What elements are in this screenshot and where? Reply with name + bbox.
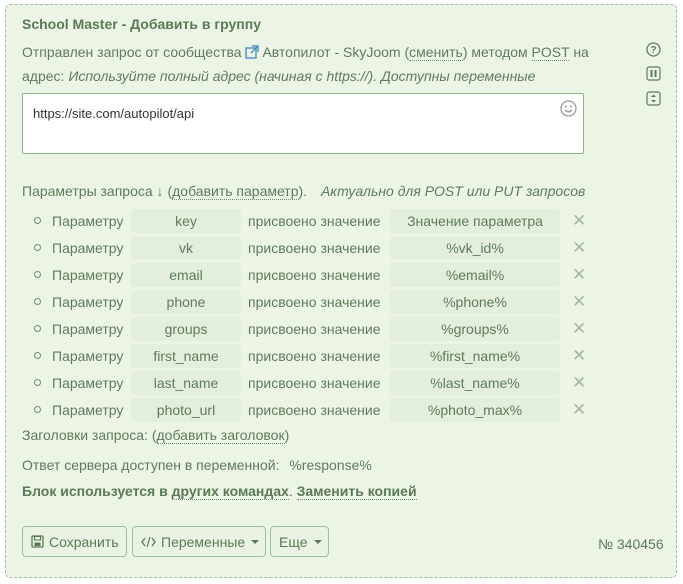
bullet bbox=[34, 406, 41, 413]
close-icon[interactable]: ✕ bbox=[572, 374, 586, 392]
response-info: Ответ сервера доступен в переменной: %re… bbox=[22, 457, 372, 473]
close-icon[interactable]: ✕ bbox=[572, 401, 586, 419]
bullet bbox=[34, 271, 41, 278]
close-icon[interactable]: ✕ bbox=[572, 212, 586, 230]
bullet bbox=[34, 217, 41, 224]
url-input[interactable]: https://site.com/autopilot/api bbox=[22, 93, 584, 154]
bullet bbox=[34, 379, 41, 386]
param-key-field[interactable]: first_name bbox=[131, 344, 241, 368]
param-row: Параметру first_name присвоено значение … bbox=[34, 344, 594, 368]
block-usage: Блок используется в других командах. Зам… bbox=[22, 483, 417, 500]
assign-word: присвоено значение bbox=[248, 348, 381, 364]
save-button-label: Сохранить bbox=[49, 533, 119, 550]
headers-section: Заголовки запроса: (добавить заголовок) bbox=[22, 427, 290, 444]
params-note: Актуально для POST или PUT запросов bbox=[320, 183, 586, 199]
param-word: Параметру bbox=[52, 321, 124, 337]
param-row: Параметру vk присвоено значение %vk_id% … bbox=[34, 236, 594, 260]
assign-word: присвоено значение bbox=[248, 321, 381, 337]
close-icon[interactable]: ✕ bbox=[572, 266, 586, 284]
assign-word: присвоено значение bbox=[248, 375, 381, 391]
param-key-field[interactable]: phone bbox=[131, 290, 241, 314]
param-row: Параметру key присвоено значение Значени… bbox=[34, 209, 594, 233]
param-row: Параметру email присвоено значение %emai… bbox=[34, 263, 594, 287]
bullet bbox=[34, 352, 41, 359]
save-button[interactable]: Сохранить bbox=[22, 526, 127, 557]
smile-icon[interactable] bbox=[560, 100, 577, 117]
other-commands-link[interactable]: других командах bbox=[171, 483, 289, 500]
param-row: Параметру photo_url присвоено значение %… bbox=[34, 398, 594, 422]
param-value-field[interactable]: %email% bbox=[390, 263, 560, 287]
chevron-down-icon bbox=[313, 539, 322, 544]
param-row: Параметру groups присвоено значение %gro… bbox=[34, 317, 594, 341]
block-title: School Master - Добавить в группу bbox=[22, 16, 262, 32]
assign-word: присвоено значение bbox=[248, 240, 381, 256]
param-row: Параметру phone присвоено значение %phon… bbox=[34, 290, 594, 314]
param-value-field[interactable]: %first_name% bbox=[390, 344, 560, 368]
variables-button-label: Переменные bbox=[161, 533, 246, 550]
param-word: Параметру bbox=[52, 348, 124, 364]
expand-icon[interactable] bbox=[646, 91, 661, 106]
close-icon[interactable]: ✕ bbox=[572, 239, 586, 257]
param-value-field[interactable]: %groups% bbox=[390, 317, 560, 341]
assign-word: присвоено значение bbox=[248, 213, 381, 229]
help-circle-icon[interactable]: ? bbox=[646, 42, 661, 57]
bullet bbox=[34, 244, 41, 251]
block-panel: School Master - Добавить в группу Отправ… bbox=[5, 4, 677, 578]
external-link-icon[interactable] bbox=[245, 45, 260, 59]
close-icon[interactable]: ✕ bbox=[572, 320, 586, 338]
params-header: Параметры запроса ↓ (добавить параметр).… bbox=[22, 183, 586, 200]
response-variable: %response% bbox=[289, 457, 372, 473]
param-value-field[interactable]: %photo_max% bbox=[390, 398, 560, 422]
url-input-value: https://site.com/autopilot/api bbox=[33, 106, 195, 121]
param-word: Параметру bbox=[52, 402, 124, 418]
replace-with-copy-link[interactable]: Заменить копией bbox=[296, 483, 417, 500]
method-prefix: методом bbox=[471, 44, 528, 60]
params-label: Параметры запроса ↓ bbox=[22, 183, 164, 199]
param-value-field[interactable]: %phone% bbox=[390, 290, 560, 314]
description-prefix: Отправлен запрос от сообщества bbox=[22, 44, 242, 60]
more-button-label: Еще bbox=[279, 533, 308, 550]
param-value-field[interactable]: %vk_id% bbox=[390, 236, 560, 260]
community-name: Автопилот - SkyJoom bbox=[262, 44, 401, 60]
param-key-field[interactable]: email bbox=[131, 263, 241, 287]
response-label: Ответ сервера доступен в переменной: bbox=[22, 457, 280, 473]
svg-text:?: ? bbox=[650, 45, 656, 56]
request-description: Отправлен запрос от сообщества Автопилот… bbox=[22, 44, 589, 84]
param-value-field[interactable]: Значение параметра bbox=[390, 209, 560, 233]
block-number: № 340456 bbox=[598, 536, 664, 552]
add-param-link[interactable]: добавить параметр bbox=[172, 183, 299, 200]
add-header-link[interactable]: добавить заголовок bbox=[156, 427, 285, 444]
assign-word: присвоено значение bbox=[248, 267, 381, 283]
code-icon bbox=[141, 536, 156, 548]
bullet bbox=[34, 298, 41, 305]
assign-word: присвоено значение bbox=[248, 294, 381, 310]
method-link[interactable]: POST bbox=[531, 44, 570, 61]
chevron-down-icon bbox=[251, 539, 260, 544]
url-hint: Используйте полный адрес (начиная с http… bbox=[68, 68, 536, 84]
param-key-field[interactable]: vk bbox=[131, 236, 241, 260]
block-usage-text: Блок используется в bbox=[22, 483, 168, 499]
param-word: Параметру bbox=[52, 375, 124, 391]
headers-label: Заголовки запроса: bbox=[22, 427, 148, 443]
close-icon[interactable]: ✕ bbox=[572, 347, 586, 365]
param-key-field[interactable]: last_name bbox=[131, 371, 241, 395]
param-key-field[interactable]: photo_url bbox=[131, 398, 241, 422]
bullet bbox=[34, 325, 41, 332]
param-word: Параметру bbox=[52, 240, 124, 256]
floppy-disk-icon bbox=[31, 535, 44, 548]
variables-button[interactable]: Переменные bbox=[132, 526, 266, 557]
pause-icon[interactable] bbox=[646, 66, 661, 81]
assign-word: присвоено значение bbox=[248, 402, 381, 418]
change-community-link[interactable]: сменить bbox=[409, 44, 463, 61]
param-word: Параметру bbox=[52, 267, 124, 283]
more-button[interactable]: Еще bbox=[270, 526, 329, 557]
param-value-field[interactable]: %last_name% bbox=[390, 371, 560, 395]
param-word: Параметру bbox=[52, 213, 124, 229]
param-key-field[interactable]: groups bbox=[131, 317, 241, 341]
param-key-field[interactable]: key bbox=[131, 209, 241, 233]
param-row: Параметру last_name присвоено значение %… bbox=[34, 371, 594, 395]
close-icon[interactable]: ✕ bbox=[572, 293, 586, 311]
param-word: Параметру bbox=[52, 294, 124, 310]
